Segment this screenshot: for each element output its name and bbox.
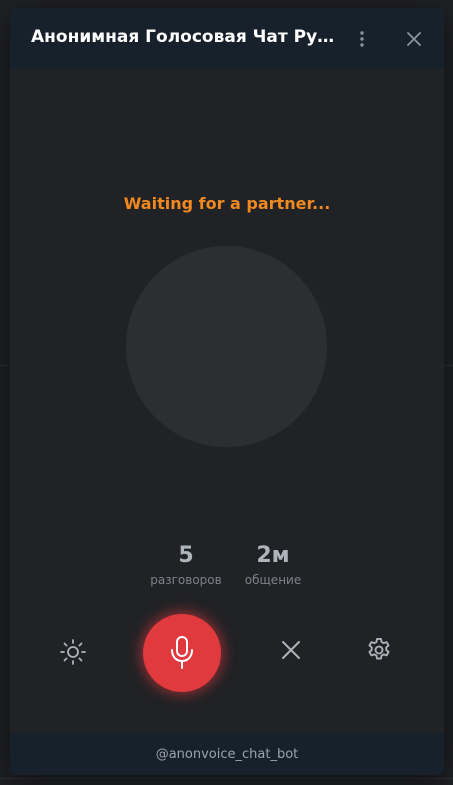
bot-footer: @anonvoice_chat_bot	[10, 733, 444, 775]
partner-avatar	[126, 246, 327, 447]
microphone-icon	[171, 636, 193, 669]
background-divider	[0, 778, 453, 779]
close-icon	[407, 32, 421, 46]
modal-header: Анонимная Голосовая Чат Рулетка	[10, 8, 444, 69]
bot-username: @anonvoice_chat_bot	[155, 746, 299, 762]
stat-talk-time: 2м общение	[228, 543, 318, 587]
stat-label: разговоров	[150, 573, 222, 587]
stat-value: 2м	[256, 543, 290, 568]
microphone-button[interactable]	[143, 614, 221, 692]
skip-button[interactable]	[274, 633, 308, 667]
close-icon	[282, 641, 300, 659]
stat-value: 5	[178, 543, 194, 568]
stat-conversations: 5 разговоров	[141, 543, 231, 587]
stat-label: общение	[244, 573, 302, 587]
status-text: Waiting for a partner...	[123, 194, 331, 213]
theme-toggle-button[interactable]	[56, 635, 90, 669]
voice-chat-modal: Анонимная Голосовая Чат Рулетка Waiting …	[10, 8, 444, 775]
more-menu-button[interactable]	[349, 26, 375, 52]
settings-button[interactable]	[362, 633, 396, 667]
sun-icon	[60, 639, 86, 665]
gear-icon	[368, 637, 390, 660]
modal-title: Анонимная Голосовая Чат Рулетка	[31, 27, 336, 47]
close-button[interactable]	[401, 26, 427, 52]
more-vert-icon	[360, 31, 364, 47]
